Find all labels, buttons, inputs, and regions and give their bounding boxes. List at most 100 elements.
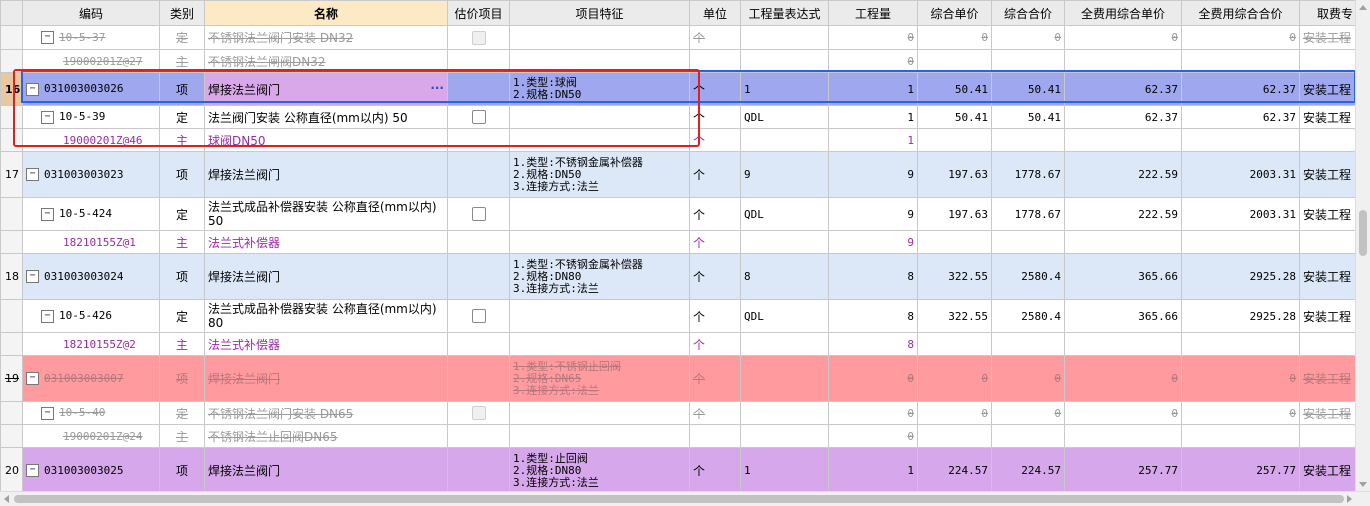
name-cell[interactable]: 法兰式成品补偿器安装 公称直径(mm以内) 80 bbox=[204, 299, 448, 333]
full-total-price-cell[interactable]: 2003.31 bbox=[1181, 197, 1300, 231]
feature-cell[interactable] bbox=[509, 230, 690, 254]
code-cell[interactable]: −031003003025 bbox=[22, 447, 160, 492]
fee-cell[interactable] bbox=[1299, 230, 1356, 254]
full-total-price-cell[interactable] bbox=[1181, 230, 1300, 254]
feature-cell[interactable]: 1.类型:不锈钢金属补偿器 2.规格:DN50 3.连接方式:法兰 bbox=[509, 151, 690, 198]
category-cell[interactable]: 项 bbox=[159, 355, 205, 402]
table-row[interactable]: 18210155Z@1 主 法兰式补偿器 个 9 bbox=[0, 230, 1356, 254]
unit-cell[interactable]: 个 bbox=[689, 299, 741, 333]
qty-cell[interactable]: 9 bbox=[828, 151, 918, 198]
estimate-cell[interactable] bbox=[447, 25, 510, 50]
total-price-cell[interactable]: 2580.4 bbox=[991, 299, 1065, 333]
collapse-icon[interactable]: − bbox=[41, 406, 54, 420]
unit-price-cell[interactable] bbox=[917, 332, 992, 356]
expr-cell[interactable] bbox=[740, 25, 829, 50]
unit-price-cell[interactable]: 197.63 bbox=[917, 151, 992, 198]
qty-cell[interactable]: 0 bbox=[828, 25, 918, 50]
expr-cell[interactable]: QDL bbox=[740, 105, 829, 129]
full-unit-price-cell[interactable]: 0 bbox=[1064, 25, 1182, 50]
unit-price-cell[interactable]: 0 bbox=[917, 355, 992, 402]
fee-cell[interactable] bbox=[1299, 128, 1356, 152]
unit-cell[interactable]: 个 bbox=[689, 230, 741, 254]
code-cell[interactable]: −031003003023 bbox=[22, 151, 160, 198]
total-price-cell[interactable] bbox=[991, 230, 1065, 254]
category-cell[interactable]: 项 bbox=[159, 72, 205, 106]
unit-price-cell[interactable] bbox=[917, 230, 992, 254]
fee-cell[interactable] bbox=[1299, 424, 1356, 448]
estimate-cell[interactable] bbox=[447, 230, 510, 254]
category-cell[interactable]: 主 bbox=[159, 332, 205, 356]
category-cell[interactable]: 主 bbox=[159, 128, 205, 152]
total-price-cell[interactable]: 0 bbox=[991, 355, 1065, 402]
collapse-icon[interactable]: − bbox=[41, 309, 54, 323]
unit-cell[interactable]: 个 bbox=[689, 401, 741, 425]
unit-price-cell[interactable]: 322.55 bbox=[917, 299, 992, 333]
unit-price-cell[interactable]: 197.63 bbox=[917, 197, 992, 231]
full-total-price-cell[interactable]: 0 bbox=[1181, 355, 1300, 402]
code-cell[interactable]: 18210155Z@1 bbox=[22, 230, 160, 254]
full-total-price-cell[interactable]: 0 bbox=[1181, 25, 1300, 50]
unit-cell[interactable]: 个 bbox=[689, 332, 741, 356]
qty-cell[interactable]: 8 bbox=[828, 332, 918, 356]
scroll-up-icon[interactable] bbox=[1359, 5, 1367, 10]
qty-cell[interactable]: 1 bbox=[828, 105, 918, 129]
total-price-cell[interactable]: 1778.67 bbox=[991, 197, 1065, 231]
expr-cell[interactable] bbox=[740, 230, 829, 254]
unit-price-cell[interactable] bbox=[917, 424, 992, 448]
collapse-icon[interactable]: − bbox=[26, 464, 39, 478]
qty-cell[interactable]: 0 bbox=[828, 49, 918, 73]
horizontal-scrollbar[interactable] bbox=[0, 491, 1370, 506]
expr-cell[interactable] bbox=[740, 401, 829, 425]
name-cell[interactable]: 法兰式补偿器 bbox=[204, 332, 448, 356]
table-row[interactable]: 17 −031003003023 项 焊接法兰阀门 1.类型:不锈钢金属补偿器 … bbox=[0, 151, 1356, 198]
qty-cell[interactable]: 1 bbox=[828, 72, 918, 106]
category-cell[interactable]: 主 bbox=[159, 49, 205, 73]
category-cell[interactable]: 定 bbox=[159, 105, 205, 129]
header-estimate[interactable]: 估价项目 bbox=[447, 0, 510, 26]
table-row[interactable]: −10-5-40 定 不锈钢法兰阀门安装 DN65 个 0 0 0 0 0 安装… bbox=[0, 401, 1356, 425]
full-total-price-cell[interactable] bbox=[1181, 128, 1300, 152]
estimate-cell[interactable] bbox=[447, 253, 510, 300]
qty-cell[interactable]: 1 bbox=[828, 447, 918, 492]
unit-cell[interactable] bbox=[689, 49, 741, 73]
code-cell[interactable]: −10-5-37 bbox=[22, 25, 160, 50]
category-cell[interactable]: 项 bbox=[159, 253, 205, 300]
full-total-price-cell[interactable]: 2925.28 bbox=[1181, 253, 1300, 300]
full-unit-price-cell[interactable]: 365.66 bbox=[1064, 299, 1182, 333]
unit-price-cell[interactable]: 50.41 bbox=[917, 72, 992, 106]
estimate-cell[interactable] bbox=[447, 49, 510, 73]
estimate-cell[interactable] bbox=[447, 197, 510, 231]
code-cell[interactable]: 19000201Z@24 bbox=[22, 424, 160, 448]
total-price-cell[interactable]: 1778.67 bbox=[991, 151, 1065, 198]
unit-price-cell[interactable]: 322.55 bbox=[917, 253, 992, 300]
fee-cell[interactable]: 安装工程 bbox=[1299, 355, 1356, 402]
expr-cell[interactable]: 1 bbox=[740, 72, 829, 106]
fee-cell[interactable] bbox=[1299, 332, 1356, 356]
unit-price-cell[interactable] bbox=[917, 49, 992, 73]
feature-cell[interactable]: 1.类型:球阀 2.规格:DN50 bbox=[509, 72, 690, 106]
header-qty[interactable]: 工程量 bbox=[828, 0, 918, 26]
unit-cell[interactable]: 个 bbox=[689, 72, 741, 106]
fee-cell[interactable]: 安装工程 bbox=[1299, 151, 1356, 198]
full-total-price-cell[interactable]: 62.37 bbox=[1181, 105, 1300, 129]
expr-cell[interactable]: 8 bbox=[740, 253, 829, 300]
full-unit-price-cell[interactable] bbox=[1064, 230, 1182, 254]
table-row[interactable]: −10-5-37 定 不锈钢法兰阀门安装 DN32 个 0 0 0 0 0 安装… bbox=[0, 25, 1356, 50]
code-cell[interactable]: 19000201Z@27 bbox=[22, 49, 160, 73]
unit-price-cell[interactable]: 0 bbox=[917, 401, 992, 425]
collapse-icon[interactable]: − bbox=[26, 168, 39, 182]
unit-price-cell[interactable]: 0 bbox=[917, 25, 992, 50]
table-row[interactable]: −10-5-39 定 法兰阀门安装 公称直径(mm以内) 50 个 QDL 1 … bbox=[0, 105, 1356, 129]
table-row[interactable]: 18 −031003003024 项 焊接法兰阀门 1.类型:不锈钢金属补偿器 … bbox=[0, 253, 1356, 300]
category-cell[interactable]: 定 bbox=[159, 299, 205, 333]
expr-cell[interactable] bbox=[740, 424, 829, 448]
table-row[interactable]: 18210155Z@2 主 法兰式补偿器 个 8 bbox=[0, 332, 1356, 356]
total-price-cell[interactable]: 0 bbox=[991, 25, 1065, 50]
feature-cell[interactable] bbox=[509, 105, 690, 129]
category-cell[interactable]: 定 bbox=[159, 401, 205, 425]
name-cell[interactable]: 球阀DN50 bbox=[204, 128, 448, 152]
feature-cell[interactable] bbox=[509, 128, 690, 152]
feature-cell[interactable]: 1.类型:不锈钢金属补偿器 2.规格:DN80 3.连接方式:法兰 bbox=[509, 253, 690, 300]
header-full-total-price[interactable]: 全费用综合合价 bbox=[1181, 0, 1300, 26]
feature-cell[interactable] bbox=[509, 299, 690, 333]
